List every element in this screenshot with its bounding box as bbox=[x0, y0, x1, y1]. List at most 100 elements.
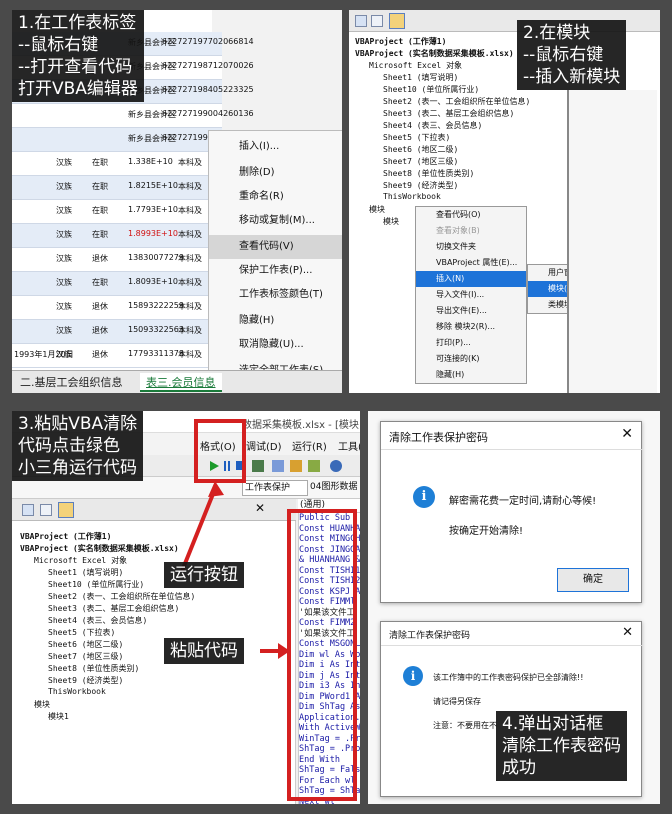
context-menu-item[interactable]: VBAProject 属性(E)... bbox=[416, 255, 526, 271]
tree-item[interactable]: Sheet10 (单位所属行业) bbox=[383, 84, 479, 95]
ok-button[interactable]: 确定 bbox=[557, 568, 629, 592]
tree-item[interactable]: Sheet7 (地区三级) bbox=[48, 651, 123, 662]
table-cell: 本科及 bbox=[178, 350, 202, 359]
table-cell: 本科及 bbox=[178, 326, 202, 335]
tree-item[interactable]: 模块1 bbox=[48, 711, 69, 722]
tree-item[interactable]: Sheet2 (表一、工会组织所在单位信息) bbox=[383, 96, 530, 107]
toggle-folders-icon[interactable] bbox=[389, 13, 405, 29]
table-row: 1993年1月20日 汉族 退休 17793311378 本科及 bbox=[12, 344, 222, 368]
menu-item[interactable]: 保护工作表(P)... bbox=[209, 259, 342, 283]
table-cell: 15893222259 bbox=[128, 301, 184, 310]
menu-item[interactable]: 重命名(R) bbox=[209, 185, 342, 209]
menu-item[interactable]: 删除(D) bbox=[209, 161, 342, 185]
tree-item[interactable]: 模块 bbox=[369, 204, 385, 215]
table-cell: 退休 bbox=[92, 326, 108, 335]
tree-item[interactable]: Sheet2 (表一、工会组织所在单位信息) bbox=[48, 591, 195, 602]
tree-item[interactable]: Sheet6 (地区二级) bbox=[383, 144, 458, 155]
design-mode-icon[interactable] bbox=[252, 460, 264, 472]
table-cell: 在职 bbox=[92, 230, 108, 239]
procedure-combo[interactable]: 工作表保护 bbox=[242, 480, 308, 496]
menubar-item[interactable]: 运行(R) bbox=[292, 438, 327, 453]
table-cell: 在职 bbox=[92, 158, 108, 167]
dialog-message-save: 请记得另保存 bbox=[433, 697, 481, 706]
run-button-label: 运行按钮 bbox=[164, 562, 244, 588]
context-menu-item[interactable]: 打印(P)... bbox=[416, 335, 526, 351]
toggle-folders-icon[interactable] bbox=[58, 502, 74, 518]
step3-caption: 3.粘贴VBA清除 代码点击绿色 小三角运行代码 bbox=[12, 411, 144, 481]
table-row: 新乡县会计区 622727199004260136 bbox=[12, 104, 254, 128]
menu-item[interactable]: 隐藏(H) bbox=[209, 309, 342, 333]
tree-item[interactable]: Sheet8 (单位性质类别) bbox=[48, 663, 139, 674]
tree-item[interactable]: 模块 bbox=[34, 699, 50, 710]
tree-item[interactable]: VBAProject (实名制数据采集模板.xlsx) bbox=[20, 543, 179, 554]
tree-item[interactable]: ThisWorkbook bbox=[383, 192, 441, 201]
sheet-tab-org-info[interactable]: 二.基层工会组织信息 bbox=[14, 373, 138, 392]
dialog-message-wait: 解密需花费一定时间,请耐心等候! bbox=[449, 496, 597, 507]
tree-item[interactable]: Sheet7 (地区三级) bbox=[383, 156, 458, 167]
context-menu-item[interactable]: 查看对象(B) bbox=[416, 223, 526, 239]
context-menu-item[interactable]: 插入(N) bbox=[416, 271, 526, 287]
close-icon[interactable]: ✕ bbox=[621, 426, 633, 442]
menu-item[interactable]: 工作表标签颜色(T) bbox=[209, 283, 342, 307]
view-code-icon[interactable] bbox=[22, 504, 34, 516]
context-menu-item[interactable]: 可连接的(K) bbox=[416, 351, 526, 367]
vba-editor-panel: 数据采集模板.xlsx - [模块 格式(O) 调试(D) 运行(R) 工具( 工作表… bbox=[12, 411, 360, 804]
menu-item[interactable]: 移动或复制(M)... bbox=[209, 209, 342, 233]
table-cell: 本科及 bbox=[178, 254, 202, 263]
context-menu-item[interactable]: 查看代码(O) bbox=[416, 207, 526, 223]
dialog-titlebar: 清除工作表保护密码 ✕ bbox=[381, 622, 643, 646]
table-row: 汉族 在职 1.7793E+10 本科及 bbox=[12, 200, 222, 224]
dialog-title: 清除工作表保护密码 bbox=[389, 631, 471, 641]
context-menu-item[interactable]: 隐藏(H) bbox=[416, 367, 526, 383]
tree-item[interactable]: ThisWorkbook bbox=[48, 687, 106, 696]
menu-item[interactable]: 取消隐藏(U)... bbox=[209, 333, 342, 357]
view-object-icon[interactable] bbox=[40, 504, 52, 516]
tree-item[interactable]: VBAProject (工作薄1) bbox=[355, 36, 446, 47]
run-button-highlight bbox=[194, 419, 246, 483]
table-cell: 退休 bbox=[92, 302, 108, 311]
tree-item[interactable]: Sheet4 (表三、会员信息) bbox=[383, 120, 482, 131]
tree-item[interactable]: Sheet6 (地区二级) bbox=[48, 639, 123, 650]
code-pane-edge bbox=[567, 90, 657, 393]
tree-item[interactable]: Sheet1 (填写说明) bbox=[383, 72, 458, 83]
dialog-message-cleared: 该工作簿中的工作表密码保护已全部清除!! bbox=[433, 673, 584, 682]
context-menu-item[interactable]: 移除 模块2(R)... bbox=[416, 319, 526, 335]
context-menu-item[interactable]: 导入文件(I)... bbox=[416, 287, 526, 303]
tree-item[interactable]: 模块 bbox=[383, 216, 399, 227]
tree-item[interactable]: VBAProject (实名制数据采集模板.xlsx) bbox=[355, 48, 514, 59]
dialog-message-confirm: 按确定开始清除! bbox=[449, 526, 524, 537]
module-combo[interactable]: 04图形数据 bbox=[308, 480, 360, 496]
view-code-icon[interactable] bbox=[355, 15, 367, 27]
project-explorer-icon[interactable] bbox=[272, 460, 284, 472]
properties-icon[interactable] bbox=[290, 460, 302, 472]
tree-item[interactable]: Sheet5 (下拉表) bbox=[48, 627, 115, 638]
context-menu-item[interactable]: 切换文件夹 bbox=[416, 239, 526, 255]
tree-item[interactable]: Sheet8 (单位性质类别) bbox=[383, 168, 474, 179]
table-row: 汉族 在职 1.8215E+10 本科及 bbox=[12, 176, 222, 200]
menu-item[interactable]: 查看代码(V) bbox=[209, 235, 342, 259]
tree-item[interactable]: Sheet5 (下拉表) bbox=[383, 132, 450, 143]
tree-item[interactable]: Sheet3 (表二、基层工会组织信息) bbox=[48, 603, 179, 614]
help-icon[interactable] bbox=[330, 460, 342, 472]
tree-item[interactable]: Microsoft Excel 对象 bbox=[34, 555, 127, 566]
tree-item[interactable]: Sheet10 (单位所属行业) bbox=[48, 579, 144, 590]
sheet-tab-member-info[interactable]: 表三.会员信息 bbox=[140, 373, 222, 392]
object-browser-icon[interactable] bbox=[308, 460, 320, 472]
close-icon[interactable]: ✕ bbox=[252, 501, 268, 517]
paste-code-label: 粘贴代码 bbox=[164, 638, 244, 664]
tree-item[interactable]: Microsoft Excel 对象 bbox=[369, 60, 462, 71]
menu-item[interactable]: 插入(I)... bbox=[209, 135, 342, 159]
view-object-icon[interactable] bbox=[371, 15, 383, 27]
table-cell: 本科及 bbox=[178, 206, 202, 215]
tree-item[interactable]: VBAProject (工作薄1) bbox=[20, 531, 111, 542]
tree-item[interactable]: Sheet1 (填写说明) bbox=[48, 567, 123, 578]
close-icon[interactable]: ✕ bbox=[622, 625, 633, 640]
table-cell: 622727199004260136 bbox=[162, 109, 254, 118]
tree-item[interactable]: Sheet9 (经济类型) bbox=[383, 180, 458, 191]
tree-item[interactable]: Sheet9 (经济类型) bbox=[48, 675, 123, 686]
tree-item[interactable]: Sheet4 (表三、会员信息) bbox=[48, 615, 147, 626]
tree-item[interactable]: Sheet3 (表二、基层工会组织信息) bbox=[383, 108, 514, 119]
menubar-item[interactable]: 工具( bbox=[338, 438, 360, 453]
menubar-item[interactable]: 调试(D) bbox=[246, 438, 282, 453]
context-menu-item[interactable]: 导出文件(E)... bbox=[416, 303, 526, 319]
